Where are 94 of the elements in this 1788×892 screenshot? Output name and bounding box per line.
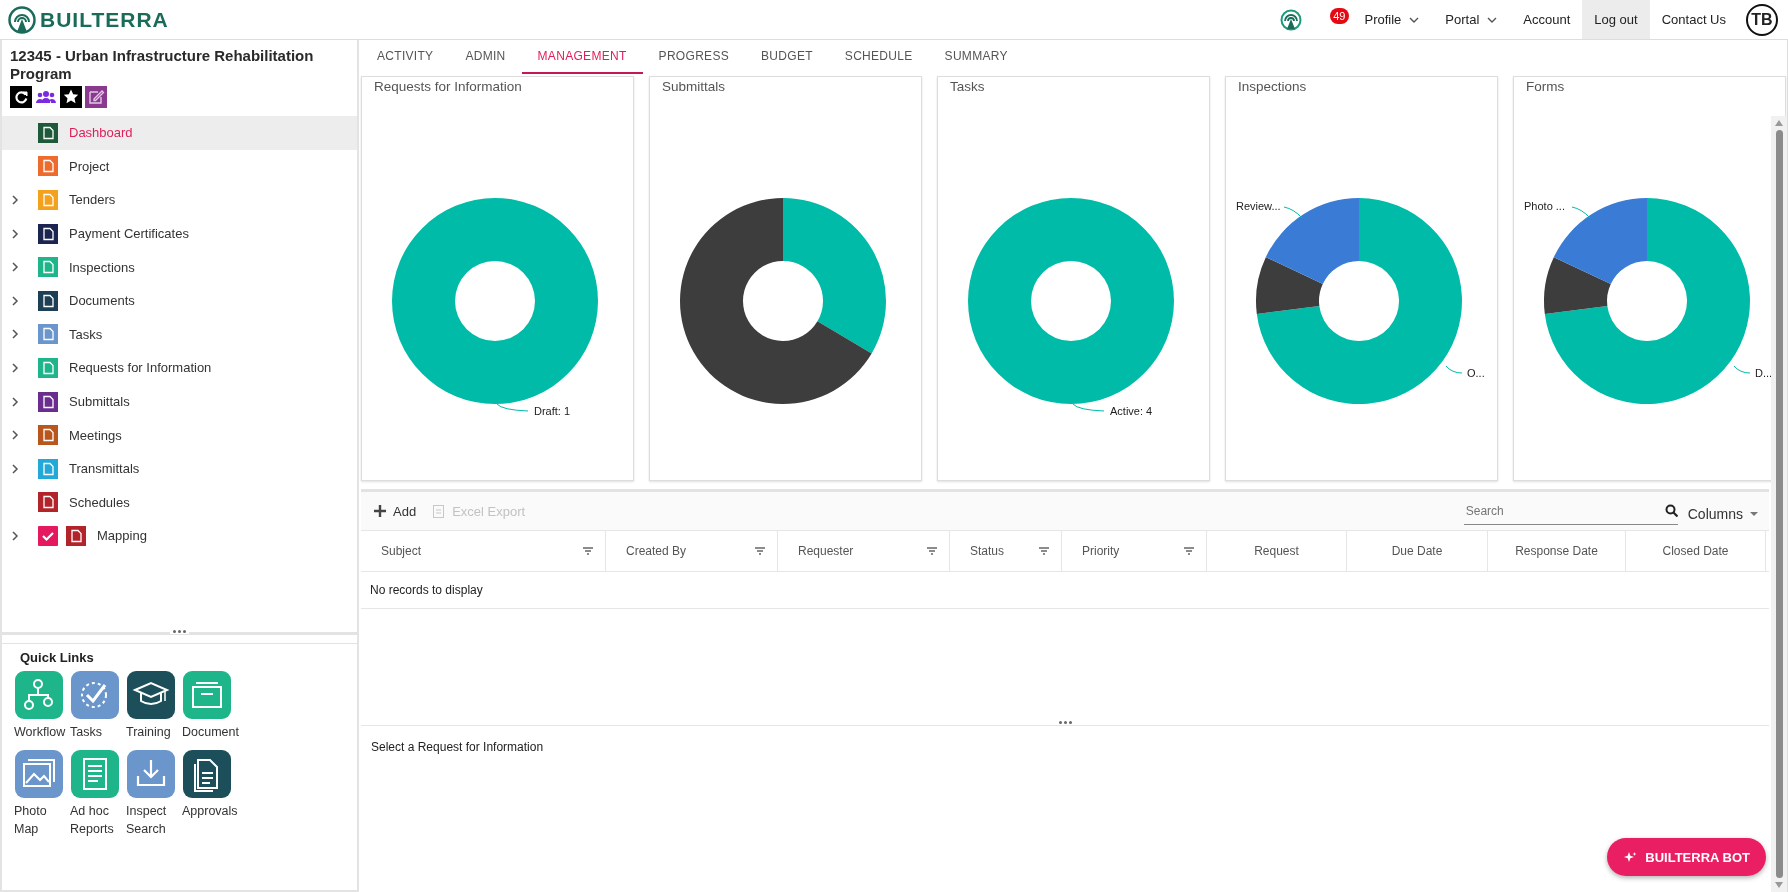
chart-label: D...	[1755, 367, 1773, 379]
brand-name: BUILTERRA	[40, 7, 169, 32]
card-title: Tasks	[949, 78, 986, 96]
user-avatar[interactable]: TB	[1746, 3, 1778, 36]
filter-icon	[1184, 547, 1194, 555]
filter-icon	[583, 547, 593, 555]
empty-message: No records to display	[361, 572, 1769, 609]
nav-item[interactable]: Submittals	[2, 384, 357, 419]
quick-link[interactable]: Inspect Search	[126, 802, 180, 838]
nav-item[interactable]: Mapping	[2, 519, 357, 553]
chart-label: Review...	[1236, 200, 1281, 212]
tab[interactable]: PROGRESS	[642, 40, 745, 74]
filter-icon	[927, 547, 937, 555]
column-header[interactable]: Request	[1207, 531, 1347, 571]
notification-badge: 49	[1330, 7, 1349, 24]
chart-label: Active: 4	[1110, 405, 1153, 417]
menu-link[interactable]: Account	[1511, 0, 1583, 39]
documents-icon[interactable]	[183, 750, 231, 798]
caret-icon	[1749, 510, 1759, 518]
nav-item[interactable]: Project	[2, 149, 357, 184]
card-title: Submittals	[661, 78, 727, 96]
checkbox[interactable]	[38, 525, 58, 546]
leader-line	[1571, 206, 1591, 219]
filter-icon	[755, 547, 765, 555]
scrollbar[interactable]	[1771, 116, 1787, 892]
add-button[interactable]: Add	[371, 499, 419, 523]
leader-line	[496, 403, 529, 412]
nav-item[interactable]: Meetings	[2, 418, 357, 452]
leader-line	[1072, 403, 1105, 412]
quick-link[interactable]: Approvals	[182, 802, 236, 820]
nav-item[interactable]: Tenders	[2, 183, 357, 217]
nav-item[interactable]: Tasks	[2, 317, 357, 352]
menu-link[interactable]: Contact Us	[1649, 0, 1738, 39]
chart-label: Photo ...	[1524, 200, 1565, 212]
filter-icon	[1039, 547, 1049, 555]
chart-label: O...	[1467, 367, 1485, 379]
tray-icon[interactable]	[183, 671, 231, 719]
quick-link[interactable]: Workflow	[14, 723, 68, 741]
leader-line	[1283, 206, 1303, 219]
edit-icon	[85, 86, 107, 108]
section-title: Quick Links	[20, 650, 95, 665]
tab[interactable]: BUDGET	[745, 40, 829, 74]
tab[interactable]: SUMMARY	[928, 40, 1024, 74]
column-header[interactable]: Response Date	[1488, 531, 1626, 571]
search-field[interactable]: Search	[1463, 503, 1665, 518]
nav-item[interactable]: Dashboard	[2, 116, 357, 150]
search-icon	[1664, 504, 1678, 517]
spreadsheet-icon	[432, 504, 447, 518]
columns-dropdown[interactable]: Columns	[1677, 500, 1759, 522]
card-title: Requests for Information	[373, 78, 523, 96]
image-icon[interactable]	[15, 750, 63, 798]
plus-icon	[373, 504, 387, 518]
nav-item[interactable]: Requests for Information	[2, 351, 357, 385]
nav-item[interactable]: Payment Certificates	[2, 216, 357, 251]
graduation-cap-icon[interactable]	[127, 671, 175, 719]
tab[interactable]: ADMIN	[449, 40, 522, 74]
menu-link[interactable]: Log out	[1582, 0, 1650, 39]
tab[interactable]: SCHEDULE	[828, 40, 929, 74]
column-header[interactable]: Created By	[606, 531, 778, 571]
project-title: 12345 - Urban Infrastructure Rehabilitation Program	[9, 46, 315, 83]
column-header[interactable]: Due Date	[1347, 531, 1488, 571]
column-header[interactable]: Requester	[778, 531, 950, 571]
chart-label: Draft: 1	[534, 405, 571, 417]
signal-icon	[1280, 7, 1303, 32]
chatbot-button[interactable]: BUILTERRA BOT	[1607, 838, 1766, 876]
download-icon[interactable]	[127, 750, 175, 798]
leader-line	[1733, 365, 1751, 374]
card-title: Forms	[1525, 78, 1566, 96]
workflow-icon[interactable]	[15, 671, 63, 719]
quick-link[interactable]: Training	[126, 723, 180, 741]
tab[interactable]: ACTIVITY	[361, 40, 450, 74]
column-header[interactable]: Status	[950, 531, 1062, 571]
quick-link[interactable]: Ad hoc Reports	[70, 802, 124, 838]
sparkle-icon	[1623, 851, 1638, 863]
check-icon[interactable]	[71, 671, 119, 719]
detail-message: Select a Request for Information	[370, 739, 545, 756]
document-icon[interactable]	[71, 750, 119, 798]
quick-link[interactable]: Tasks	[70, 723, 124, 741]
nav-item[interactable]: Inspections	[2, 250, 357, 284]
nav-item[interactable]: Transmittals	[2, 451, 357, 486]
refresh-icon	[10, 86, 32, 108]
column-header[interactable]: Priority	[1062, 531, 1207, 571]
resize-handle[interactable]	[170, 630, 189, 634]
menu-dropdown[interactable]: Portal	[1433, 0, 1512, 39]
leader-line	[1445, 365, 1463, 374]
column-header[interactable]: Closed Date	[1626, 531, 1766, 571]
card-title: Inspections	[1237, 78, 1308, 96]
menu-dropdown[interactable]: Profile	[1352, 0, 1434, 39]
nav-item[interactable]: Schedules	[2, 485, 357, 520]
tab[interactable]: MANAGEMENT	[521, 40, 643, 74]
column-header[interactable]: Subject	[361, 531, 606, 571]
nav-item[interactable]: Documents	[2, 283, 357, 318]
quick-link[interactable]: Photo Map	[14, 802, 68, 838]
logo-icon	[8, 5, 36, 34]
